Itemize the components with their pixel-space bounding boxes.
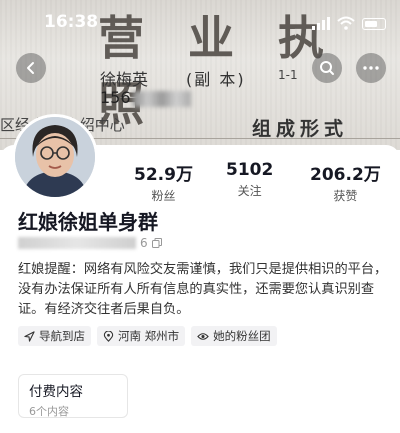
- search-button[interactable]: [312, 53, 342, 83]
- fan-group-icon: [197, 332, 209, 340]
- tag-navigate-label: 导航到店: [39, 329, 85, 343]
- more-dots-icon: [363, 66, 379, 70]
- likes-label: 获赞: [333, 189, 358, 203]
- status-bar: 16:38: [0, 0, 400, 44]
- likes-count: 206.2万: [310, 165, 381, 185]
- redacted-blur: [132, 90, 191, 107]
- profile-tags: 导航到店 河南 郑州市 她的粉丝团: [18, 326, 277, 346]
- following-label: 关注: [237, 184, 262, 198]
- account-id: 6: [18, 236, 162, 250]
- tag-fan-group[interactable]: 她的粉丝团: [191, 326, 277, 346]
- license-reg-number: 156: [100, 88, 191, 107]
- tag-location[interactable]: 河南 郑州市: [97, 326, 186, 346]
- tag-fan-group-label: 她的粉丝团: [213, 329, 271, 343]
- profile-nickname: 红娘徐姐单身群: [18, 210, 158, 234]
- copy-icon[interactable]: [151, 238, 162, 248]
- license-form-label: 组成形式: [252, 118, 349, 140]
- paid-content-count: 6个内容: [29, 405, 69, 418]
- chevron-left-icon: [27, 62, 34, 74]
- more-button[interactable]: [356, 53, 386, 83]
- license-copy-label: (副 本): [186, 70, 246, 89]
- followers-count: 52.9万: [134, 165, 193, 185]
- stat-following[interactable]: 5102 关注: [226, 160, 273, 199]
- status-time: 16:38: [44, 12, 99, 32]
- license-copy-number: 1-1: [278, 68, 298, 82]
- tag-navigate[interactable]: 导航到店: [18, 326, 91, 346]
- license-name: 徐梅英: [100, 70, 149, 89]
- paid-content-title: 付费内容: [29, 384, 83, 400]
- profile-bio: 红娘提醒：网络有风险交友需谨慎，我们只是提供相识的平台，没有办法保证所有人所有信…: [18, 262, 388, 317]
- battery-icon: [362, 18, 386, 30]
- avatar[interactable]: [12, 114, 98, 200]
- back-button[interactable]: [16, 53, 46, 83]
- search-icon: [320, 61, 334, 75]
- license-reg-prefix: 156: [100, 88, 131, 107]
- status-icons: [312, 16, 386, 30]
- paid-content-card[interactable]: 付费内容 6个内容: [18, 374, 128, 418]
- followers-label: 粉丝: [151, 189, 176, 203]
- redacted-blur: [18, 237, 136, 249]
- stat-followers[interactable]: 52.9万 粉丝: [134, 160, 193, 204]
- following-count: 5102: [226, 160, 274, 180]
- navigation-icon: [24, 330, 35, 342]
- avatar-photo: [15, 117, 95, 197]
- signal-icon: [312, 17, 330, 30]
- tag-location-label: 河南 郑州市: [118, 329, 180, 343]
- location-icon: [103, 330, 114, 342]
- account-id-suffix: 6: [140, 236, 148, 250]
- stat-likes[interactable]: 206.2万 获赞: [310, 160, 381, 204]
- wifi-icon: [337, 16, 355, 30]
